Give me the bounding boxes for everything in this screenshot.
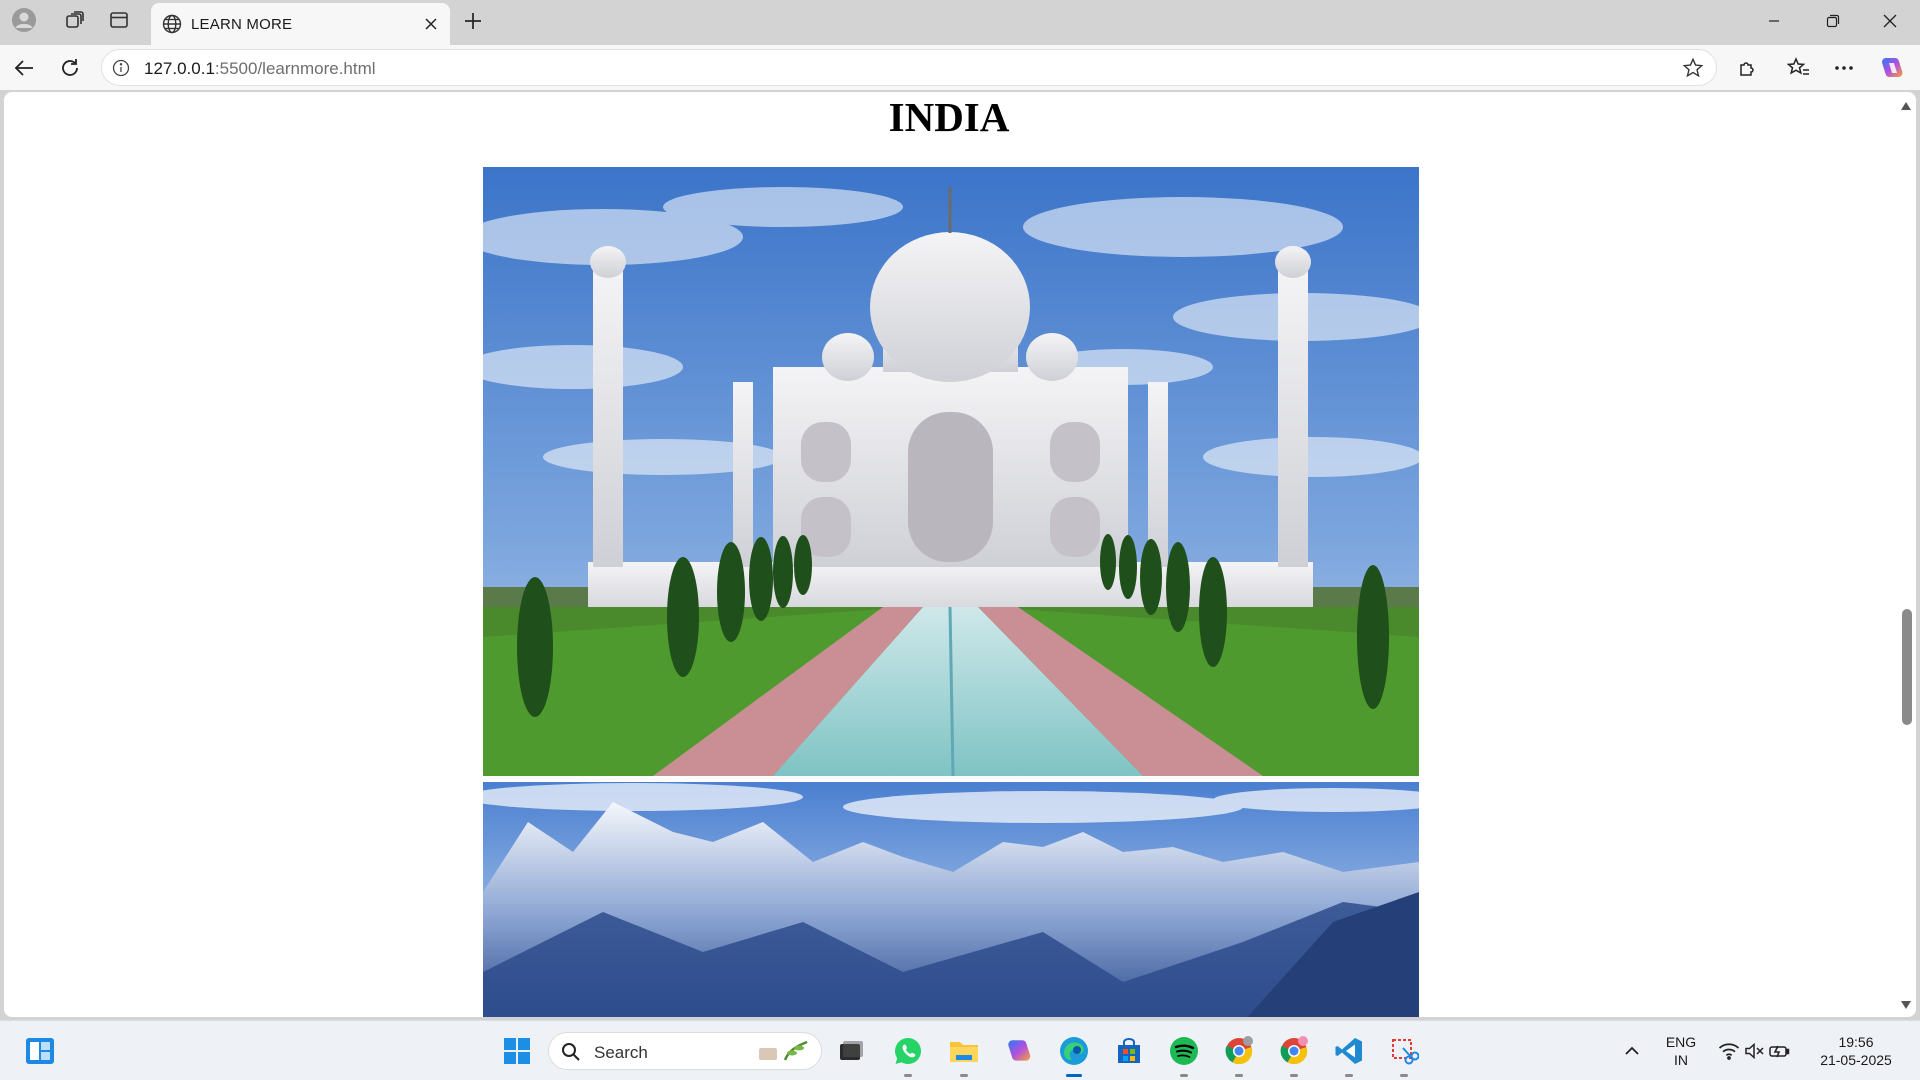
running-indicator (1345, 1074, 1353, 1077)
spotify-icon (1170, 1037, 1198, 1065)
clock-date: 21-05-2025 (1820, 1052, 1892, 1068)
task-view-button[interactable] (831, 1031, 871, 1071)
profile-icon (12, 8, 36, 32)
folder-icon (950, 1042, 978, 1062)
wifi-icon (1718, 1043, 1740, 1060)
running-indicator (1290, 1074, 1298, 1077)
plus-icon (465, 13, 481, 29)
star-icon (1682, 57, 1704, 78)
file-explorer-button[interactable] (944, 1031, 984, 1077)
info-icon (112, 59, 130, 77)
tab-learn-more[interactable]: LEARN MORE (151, 3, 450, 45)
address-bar[interactable]: 127.0.0.1:5500/learnmore.html (101, 49, 1717, 86)
scrollbar-thumb[interactable] (1902, 609, 1912, 725)
edge-icon (1060, 1037, 1088, 1065)
clock-time: 19:56 (1838, 1034, 1874, 1050)
vertical-tabs-icon (110, 12, 128, 28)
whatsapp-button[interactable] (888, 1031, 928, 1077)
tab-close-button[interactable] (420, 13, 442, 35)
active-indicator (1066, 1074, 1082, 1077)
profile-button[interactable] (4, 4, 44, 36)
clock[interactable]: 19:56 21-05-2025 (1808, 1033, 1904, 1069)
close-window-button[interactable] (1860, 0, 1920, 42)
microsoft-store-button[interactable] (1109, 1031, 1149, 1071)
tab-actions-button[interactable] (99, 4, 139, 36)
close-icon (425, 18, 437, 30)
spotify-button[interactable] (1164, 1031, 1204, 1077)
refresh-icon (62, 59, 78, 76)
chrome-button[interactable] (1219, 1031, 1259, 1077)
chrome-profile-button[interactable] (1274, 1031, 1314, 1077)
chrome-icon (1280, 1036, 1308, 1065)
favorites-star-list-icon (1787, 57, 1809, 75)
workspaces-icon (66, 11, 84, 28)
minimize-button[interactable] (1744, 0, 1804, 42)
page-title: INDIA (888, 94, 1010, 140)
copilot-button[interactable] (1874, 51, 1910, 85)
battery-charging-icon (1769, 1045, 1790, 1058)
new-tab-button[interactable] (455, 5, 491, 37)
globe-icon (162, 14, 182, 34)
vertical-scrollbar[interactable] (1896, 92, 1916, 1017)
refresh-button[interactable] (52, 51, 88, 85)
running-indicator (1235, 1074, 1243, 1077)
windows-logo-icon (504, 1038, 530, 1064)
volume-muted-icon (1745, 1042, 1764, 1060)
running-indicator (960, 1074, 968, 1077)
ellipsis-icon (1835, 66, 1853, 70)
taskbar-search[interactable]: Search (548, 1032, 822, 1070)
close-icon (1883, 14, 1897, 28)
language-indicator[interactable]: ENG IN (1660, 1033, 1702, 1069)
search-icon (562, 1043, 580, 1061)
copilot-taskbar-button[interactable] (999, 1031, 1039, 1071)
mountains-image (483, 782, 1419, 1017)
widgets-button[interactable] (20, 1031, 60, 1071)
running-indicator (1400, 1074, 1408, 1077)
snipping-tool-button[interactable] (1384, 1031, 1424, 1077)
quick-settings-button[interactable] (1713, 1031, 1795, 1071)
start-button[interactable] (497, 1031, 537, 1071)
chrome-icon (1225, 1036, 1253, 1065)
scroll-down-arrow-icon[interactable] (1901, 1001, 1911, 1009)
favorite-button[interactable] (1682, 57, 1704, 84)
widgets-icon (26, 1038, 54, 1064)
back-arrow-icon (14, 60, 33, 76)
workspaces-button[interactable] (55, 4, 95, 36)
running-indicator (904, 1074, 912, 1077)
vscode-icon (1335, 1038, 1362, 1064)
url-host: 127.0.0.1 (144, 59, 215, 78)
region-code: IN (1674, 1052, 1688, 1068)
puzzle-icon (1740, 62, 1754, 76)
language-code: ENG (1665, 1034, 1697, 1050)
copilot-icon (1008, 1040, 1031, 1061)
tab-title: LEARN MORE (191, 16, 293, 33)
edge-button[interactable] (1054, 1031, 1094, 1077)
vscode-button[interactable] (1329, 1031, 1369, 1077)
minimize-icon (1769, 20, 1779, 22)
store-icon (1118, 1038, 1140, 1063)
url-text: 127.0.0.1:5500/learnmore.html (144, 59, 376, 79)
taskbar: Search ENG IN 19:56 21-05-2025 (0, 1020, 1920, 1080)
restore-icon (1826, 14, 1840, 28)
running-indicator (1180, 1074, 1188, 1077)
browser-toolbar: 127.0.0.1:5500/learnmore.html (0, 45, 1920, 90)
chevron-up-icon (1625, 1046, 1639, 1055)
copilot-icon (1882, 58, 1903, 77)
search-placeholder: Search (594, 1043, 648, 1062)
search-highlight-icon (759, 1040, 808, 1061)
url-path: :5500/learnmore.html (214, 59, 376, 78)
favorites-button[interactable] (1781, 51, 1817, 85)
scroll-up-arrow-icon[interactable] (1901, 102, 1911, 110)
snipping-tool-icon (1392, 1039, 1419, 1065)
show-hidden-icons-button[interactable] (1612, 1031, 1652, 1071)
restore-button[interactable] (1803, 0, 1863, 42)
extensions-button[interactable] (1730, 51, 1766, 85)
more-menu-button[interactable] (1826, 51, 1862, 85)
back-button[interactable] (6, 51, 42, 85)
whatsapp-icon (895, 1038, 921, 1065)
page-viewport: INDIA (4, 92, 1916, 1017)
taj-mahal-image (483, 167, 1419, 776)
tab-strip: LEARN MORE (0, 0, 1920, 45)
task-view-icon (840, 1041, 863, 1060)
